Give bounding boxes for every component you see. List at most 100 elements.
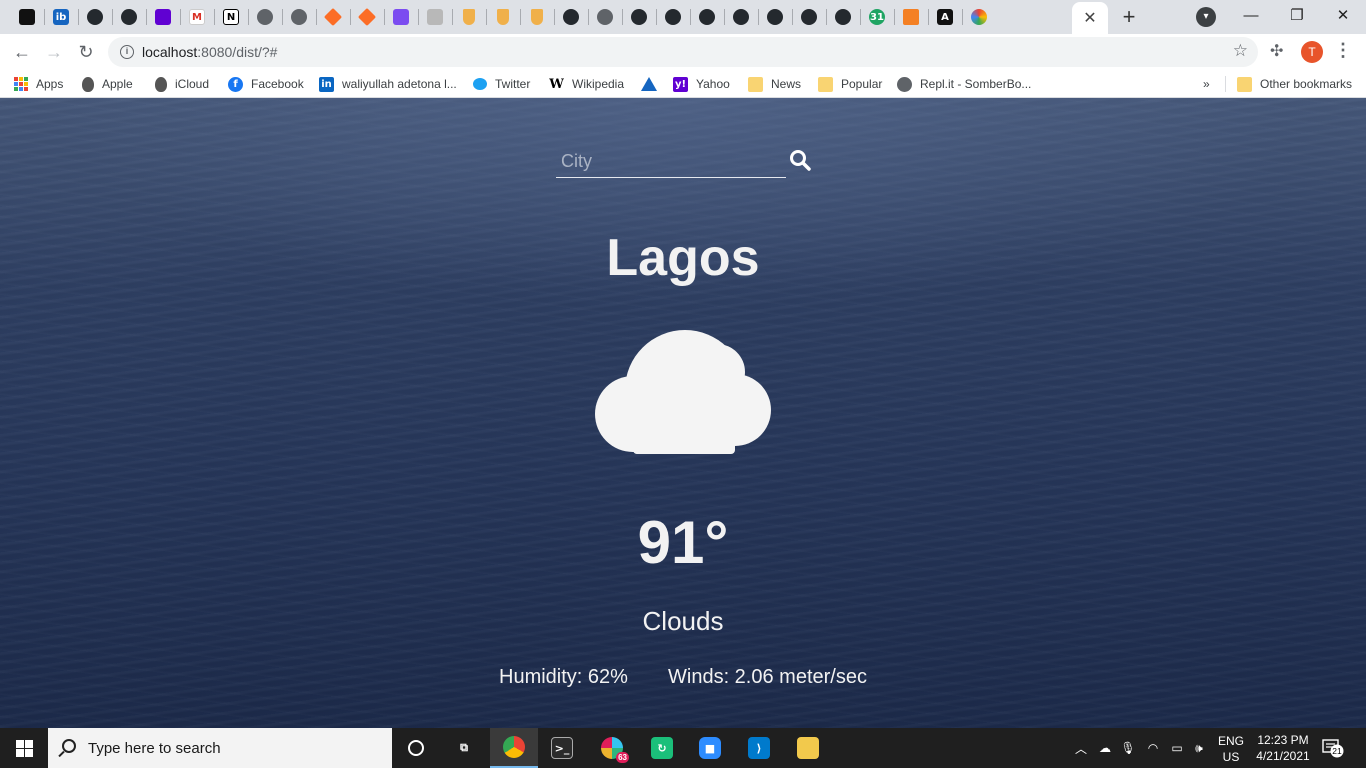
shield-icon (463, 9, 475, 25)
tab-separator (418, 9, 419, 25)
url-text[interactable]: localhost:8080/dist/?# (142, 44, 277, 60)
bookmark-item[interactable]: f Facebook (228, 75, 304, 93)
browser-tab[interactable]: 31 (860, 4, 894, 30)
profile-avatar[interactable]: T (1301, 41, 1323, 63)
bookmark-item[interactable]: y! Yahoo (673, 75, 730, 93)
taskbar-app-button[interactable]: 63 (588, 728, 636, 768)
minimize-button[interactable]: — (1236, 4, 1266, 28)
taskbar-app-button[interactable]: ⟩ (735, 728, 783, 768)
battery-icon[interactable]: ▭ (1168, 728, 1186, 768)
tab-separator (758, 9, 759, 25)
taskbar-app-button[interactable]: >_ (538, 728, 586, 768)
bookmark-item[interactable]: Apps (14, 75, 63, 93)
browser-tab[interactable] (10, 4, 44, 30)
browser-tab[interactable] (146, 4, 180, 30)
browser-tab[interactable] (588, 4, 622, 30)
browser-tab[interactable] (316, 4, 350, 30)
bookmark-item[interactable] (641, 75, 665, 93)
bookmark-item[interactable]: W Wikipedia (549, 75, 624, 93)
search-icon[interactable] (788, 148, 812, 172)
new-tab-button[interactable]: + (1116, 5, 1142, 29)
menu-icon[interactable]: ⋮ (1334, 40, 1352, 61)
start-button[interactable] (0, 728, 48, 768)
close-window-button[interactable]: ✕ (1328, 4, 1358, 28)
tab-separator (452, 9, 453, 25)
bookmark-item[interactable]: Apple (82, 75, 133, 93)
bookmark-other[interactable]: Other bookmarks (1237, 75, 1352, 93)
browser-tab[interactable] (350, 4, 384, 30)
vscode-icon: ⟩ (748, 737, 770, 759)
browser-tab[interactable] (418, 4, 452, 30)
browser-tab[interactable]: A (928, 4, 962, 30)
browser-tab[interactable]: M (180, 4, 214, 30)
bookmarks-overflow-button[interactable]: » (1203, 75, 1210, 93)
bookmark-star-icon[interactable]: ☆ (1233, 41, 1248, 61)
bookmark-item[interactable]: Popular (818, 75, 882, 93)
browser-tab[interactable] (690, 4, 724, 30)
show-hidden-icons-icon[interactable]: ︿ (1072, 728, 1090, 768)
browser-tab[interactable] (486, 4, 520, 30)
github-icon (631, 9, 647, 25)
wifi-icon[interactable]: ◠ (1144, 728, 1162, 768)
browser-tab[interactable] (248, 4, 282, 30)
taskbar-app-button[interactable] (490, 728, 538, 768)
browser-tab[interactable] (724, 4, 758, 30)
extensions-icon[interactable]: ✣ (1270, 41, 1283, 61)
slack-icon: 63 (601, 737, 629, 763)
clock[interactable]: 12:23 PM 4/21/2021 (1252, 732, 1314, 764)
city-search-input[interactable] (556, 148, 784, 174)
browser-tab[interactable] (894, 4, 928, 30)
notification-badge: 63 (616, 752, 629, 763)
browser-tab[interactable] (758, 4, 792, 30)
tab-separator (214, 9, 215, 25)
language-indicator[interactable]: ENG US (1216, 733, 1246, 765)
close-icon[interactable]: ✕ (1083, 8, 1096, 28)
browser-tab[interactable] (962, 4, 996, 30)
browser-tab[interactable]: N (214, 4, 248, 30)
taskbar-search-box[interactable]: Type here to search (48, 728, 392, 768)
microphone-icon[interactable]: 🎙︎ (1120, 728, 1136, 768)
taskbar-app-button[interactable]: ⧉ (440, 728, 488, 768)
linkedin-icon: in (319, 76, 334, 92)
notification-center-icon[interactable]: 21 (1322, 738, 1344, 758)
taskbar-app-button[interactable]: ■ (686, 728, 734, 768)
address-bar[interactable]: i localhost:8080/dist/?# ☆ (108, 37, 1258, 67)
browser-tab[interactable] (792, 4, 826, 30)
browser-tab[interactable] (452, 4, 486, 30)
folder-icon (818, 76, 833, 92)
weather-page: Lagos 91° Clouds Humidity: 62% Winds: 2.… (0, 98, 1366, 728)
forward-button[interactable]: → (40, 38, 68, 66)
restore-button[interactable]: ❐ (1282, 4, 1312, 28)
active-tab-close-button[interactable]: ✕ (1072, 2, 1108, 34)
tab-separator (656, 9, 657, 25)
taskbar-app-button[interactable] (784, 728, 832, 768)
gmail-icon: M (189, 9, 205, 25)
browser-tab[interactable] (826, 4, 860, 30)
bookmark-item[interactable]: in waliyullah adetona l... (319, 75, 457, 93)
bookmark-item[interactable]: Twitter (473, 75, 530, 93)
browser-tab[interactable]: ib (44, 4, 78, 30)
github-icon (767, 9, 783, 25)
browser-tab[interactable] (622, 4, 656, 30)
browser-tab[interactable] (554, 4, 588, 30)
browser-tab[interactable] (656, 4, 690, 30)
taskbar-app-button[interactable]: ↻ (638, 728, 686, 768)
tab-search-button[interactable]: ▾ (1196, 7, 1216, 27)
browser-tab[interactable] (112, 4, 146, 30)
reload-button[interactable]: ↻ (72, 38, 100, 66)
back-button[interactable]: ← (8, 38, 36, 66)
browser-tab[interactable] (384, 4, 418, 30)
bookmark-item[interactable]: Repl.it - SomberBo... (897, 75, 1031, 93)
taskbar-app-button[interactable] (392, 728, 440, 768)
onedrive-icon[interactable]: ☁ (1096, 728, 1114, 768)
bookmark-item[interactable]: iCloud (155, 75, 209, 93)
yahoo-mail-icon (155, 9, 171, 25)
browser-tab[interactable] (520, 4, 554, 30)
yahoo-icon: y! (673, 76, 688, 92)
info-icon[interactable]: i (120, 45, 134, 59)
browser-tab[interactable] (78, 4, 112, 30)
volume-icon[interactable]: 🕪︎ (1190, 728, 1208, 768)
terminal-icon: >_ (551, 737, 573, 759)
bookmark-item[interactable]: News (748, 75, 801, 93)
browser-tab[interactable] (282, 4, 316, 30)
